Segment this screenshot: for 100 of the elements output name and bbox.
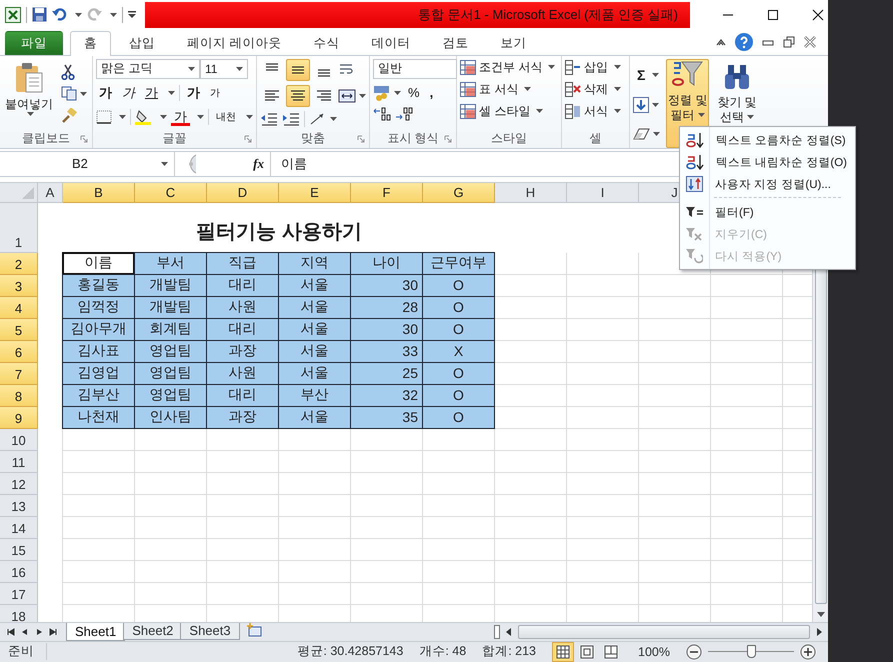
scroll-left-icon[interactable] [504,626,514,637]
excel-logo-icon[interactable] [5,6,21,23]
decrease-decimal-icon[interactable] [395,106,413,121]
dialog-launcher-icon[interactable] [357,134,365,143]
row-header[interactable]: 6 [0,340,38,363]
bold-button[interactable]: 가 [96,82,115,103]
column-header[interactable]: A [38,182,63,203]
row-header[interactable]: 14 [0,516,38,539]
menu-item[interactable]: 텍스트 내림차순 정렬(O) [680,151,847,173]
row-header[interactable]: 4 [0,296,38,319]
percent-button[interactable]: % [405,82,423,103]
help-icon[interactable] [735,33,753,52]
ribbon-tab[interactable]: 보기 [486,30,540,55]
ribbon-tab[interactable]: 페이지 레이아웃 [173,30,296,55]
zoom-in-icon[interactable] [800,644,816,660]
normal-view-icon[interactable] [552,642,574,662]
scroll-right-icon[interactable] [814,626,824,637]
style-menu-button[interactable]: 셀 스타일 [460,102,558,121]
row-header[interactable]: 2 [0,252,38,275]
row-header[interactable]: 18 [0,604,38,622]
column-header[interactable]: D [207,182,279,203]
dialog-launcher-icon[interactable] [444,134,452,143]
close-icon[interactable] [812,8,824,21]
row-header[interactable]: 1 [0,202,38,253]
increase-decimal-icon[interactable] [373,106,391,121]
row-header[interactable]: 10 [0,428,38,451]
undo-icon[interactable] [52,8,67,22]
copy-icon[interactable] [61,86,77,102]
zoom-level[interactable]: 100% [638,644,670,659]
style-menu-button[interactable]: 조건부 서식 [460,58,558,77]
underline-button[interactable]: 가 [142,82,161,103]
next-sheet-icon[interactable] [34,626,44,637]
name-box[interactable]: B2 [0,152,175,176]
row-header[interactable]: 11 [0,450,38,473]
merge-cells-icon[interactable] [338,88,356,103]
shrink-font-button[interactable]: 가 [207,82,223,103]
last-sheet-icon[interactable] [48,626,58,637]
eraser-icon[interactable] [633,128,650,140]
vertical-align-icon[interactable] [286,58,310,81]
paste-button[interactable]: 붙여넣기 [3,58,55,129]
sheet-tab[interactable]: Sheet1 [66,622,126,641]
file-tab[interactable]: 파일 [5,30,63,55]
column-header[interactable]: E [279,182,351,203]
menu-item[interactable]: 필터(F) [680,201,847,223]
row-header[interactable]: 17 [0,582,38,605]
previous-sheet-icon[interactable] [20,626,30,637]
format-painter-icon[interactable] [61,108,77,124]
row-header[interactable]: 13 [0,494,38,517]
row-header[interactable]: 9 [0,406,38,429]
style-menu-button[interactable]: 표 서식 [460,80,558,99]
first-sheet-icon[interactable] [6,626,16,637]
currency-icon[interactable] [373,84,391,101]
decrease-indent-icon[interactable] [260,110,278,127]
font-name-field[interactable]: 맑은 고딕 [96,58,200,79]
increase-indent-icon[interactable] [282,110,300,127]
insert-sheet-icon[interactable] [246,622,262,637]
column-header[interactable]: G [423,182,495,203]
row-header[interactable]: 16 [0,560,38,583]
cells-menu-button[interactable]: 삽입 [565,58,626,77]
comma-button[interactable]: , [426,82,436,103]
customize-toolbar-icon[interactable] [128,10,136,19]
number-format-field[interactable]: 일반 [373,58,457,79]
column-header[interactable]: C [135,182,207,203]
row-header[interactable]: 5 [0,318,38,341]
zoom-slider-thumb[interactable] [747,645,756,658]
maximize-icon[interactable] [767,8,779,21]
sheet-tab[interactable]: Sheet3 [180,622,240,640]
column-header[interactable]: B [63,182,135,203]
zoom-out-icon[interactable] [686,644,702,660]
ribbon-tab[interactable]: 홈 [70,30,111,56]
ribbon-tab[interactable]: 검토 [428,30,482,55]
font-size-field[interactable]: 11 [200,58,248,79]
phonetic-button[interactable]: 내천 [213,106,239,127]
grow-font-button[interactable]: 가 [184,82,203,103]
row-header[interactable]: 15 [0,538,38,561]
collapse-ribbon-icon[interactable] [716,38,726,46]
fill-color-icon[interactable] [135,108,153,125]
sheet-tab[interactable]: Sheet2 [123,622,182,640]
splitter-handle-icon[interactable] [494,624,500,639]
cut-icon[interactable] [61,64,75,80]
scrollbar-thumb[interactable] [518,624,810,639]
border-icon[interactable] [96,110,112,124]
save-icon[interactable] [32,7,47,22]
horizontal-align-icon[interactable] [286,84,310,107]
row-header[interactable]: 12 [0,472,38,495]
cells-menu-button[interactable]: 삭제 [565,80,626,99]
row-header[interactable]: 7 [0,362,38,385]
column-header[interactable]: I [567,182,639,203]
column-header[interactable]: H [495,182,567,203]
fill-icon[interactable] [633,97,649,114]
ribbon-tab[interactable]: 데이터 [357,30,424,55]
column-header[interactable]: F [351,182,423,203]
row-header[interactable]: 3 [0,274,38,297]
ribbon-tab[interactable]: 수식 [299,30,354,55]
dialog-launcher-icon[interactable] [80,134,88,143]
autosum-button[interactable]: Σ [633,67,650,84]
insert-function-button[interactable]: fx [253,156,264,172]
cells-menu-button[interactable]: 서식 [565,102,626,121]
row-header[interactable]: 8 [0,384,38,407]
italic-button[interactable]: 가 [119,82,138,103]
